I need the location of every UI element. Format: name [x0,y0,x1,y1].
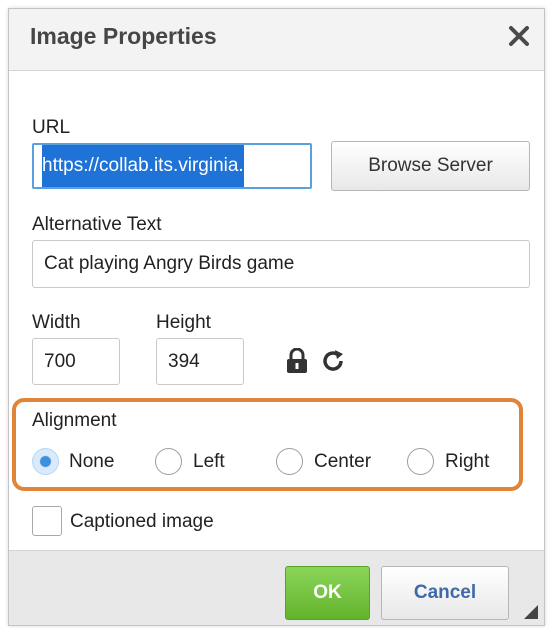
width-input[interactable]: 700 [32,338,120,385]
width-label: Width [32,312,81,333]
close-icon[interactable] [506,23,532,49]
resize-handle-icon[interactable] [522,603,538,619]
image-properties-dialog: Image Properties URL https://collab.its.… [8,8,545,626]
url-input-value: https://collab.its.virginia. [42,145,244,187]
alignment-label: Alignment [32,410,117,431]
captioned-image-label[interactable]: Captioned image [70,511,214,533]
alignment-option-right[interactable]: Right [445,451,489,473]
dialog-titlebar: Image Properties [9,9,544,71]
lock-icon[interactable] [286,347,308,374]
captioned-image-checkbox[interactable] [32,506,62,536]
reset-icon[interactable] [322,348,346,374]
height-input[interactable]: 394 [156,338,244,385]
alignment-option-none[interactable]: None [69,451,114,473]
alt-text-label: Alternative Text [32,214,162,235]
alignment-radio-left[interactable] [155,448,182,475]
height-label: Height [156,312,211,333]
dialog-title: Image Properties [30,23,217,49]
alignment-radio-right[interactable] [407,448,434,475]
alignment-option-left[interactable]: Left [193,451,225,473]
alignment-radio-center[interactable] [276,448,303,475]
alt-text-input[interactable]: Cat playing Angry Birds game [32,240,530,288]
alignment-radio-none[interactable] [32,448,59,475]
url-label: URL [32,117,71,138]
alignment-option-center[interactable]: Center [314,451,371,473]
cancel-button[interactable]: Cancel [381,566,509,620]
browse-server-button[interactable]: Browse Server [331,141,530,191]
url-input[interactable]: https://collab.its.virginia. [32,143,312,189]
ok-button[interactable]: OK [285,566,370,620]
